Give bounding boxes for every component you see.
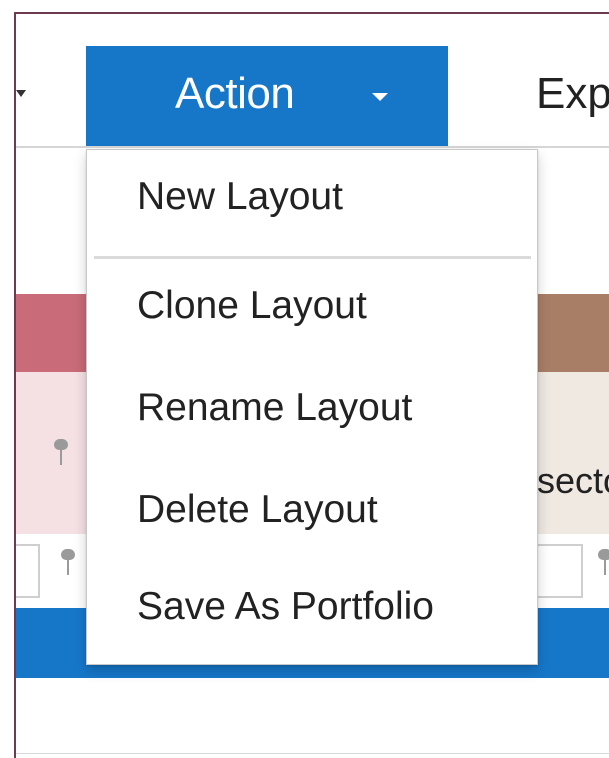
menu-item-new-layout[interactable]: New Layout: [137, 177, 343, 216]
action-button-label: Action: [175, 69, 295, 118]
toolbar-divider: [16, 146, 609, 148]
chevron-down-icon[interactable]: [16, 90, 26, 97]
menu-item-rename-layout[interactable]: Rename Layout: [137, 388, 412, 427]
action-menu-button[interactable]: Action: [86, 46, 448, 146]
menu-item-save-as-portfolio[interactable]: Save As Portfolio: [137, 587, 434, 626]
menu-divider: [94, 256, 531, 259]
right-layout-panel: [535, 372, 609, 534]
right-panel-partial-label: secto: [537, 460, 609, 501]
left-input-box[interactable]: [16, 544, 40, 598]
menu-item-clone-layout[interactable]: Clone Layout: [137, 286, 367, 325]
action-dropdown-menu: New Layout Clone Layout Rename Layout De…: [86, 149, 538, 665]
right-input-box[interactable]: [535, 544, 583, 598]
chevron-down-icon: [372, 93, 388, 101]
left-color-band: [16, 294, 90, 372]
menu-item-delete-layout[interactable]: Delete Layout: [137, 490, 378, 529]
right-color-band: [535, 294, 609, 372]
left-layout-panel: [16, 372, 90, 534]
app-window: Action Exp secto New Layout Clone Layout…: [0, 0, 609, 758]
footer-divider: [16, 753, 609, 754]
export-menu-label[interactable]: Exp: [536, 72, 609, 116]
